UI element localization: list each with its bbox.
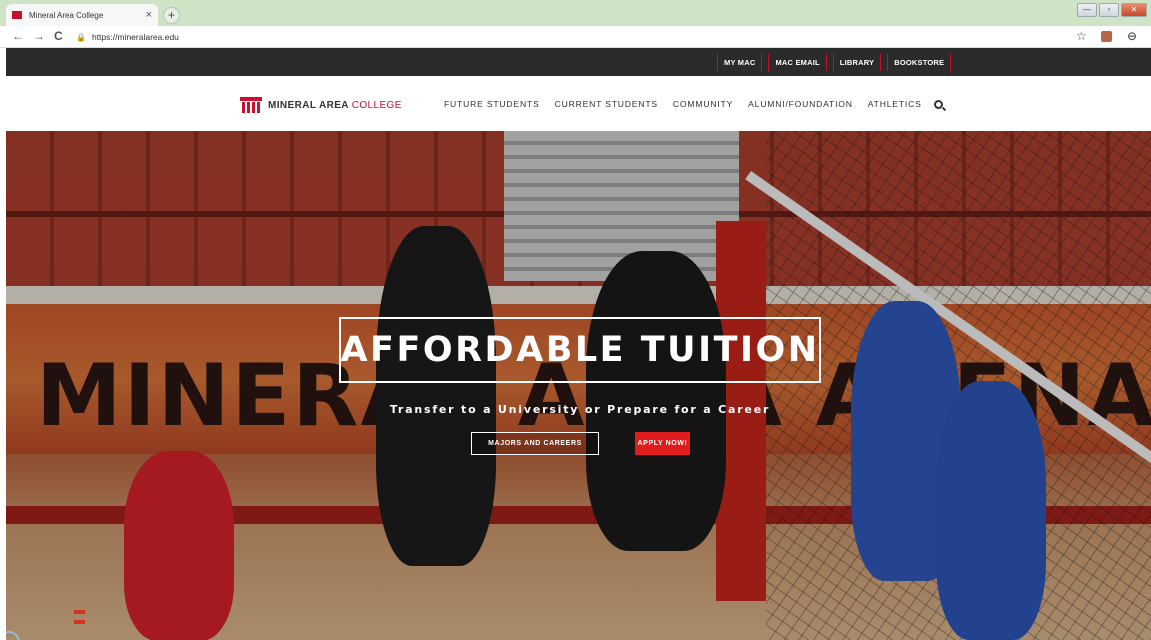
logo-accent: COLLEGE [351,99,402,111]
back-icon[interactable]: ← [12,29,24,43]
url-text: https://mineralarea.edu [91,32,179,42]
browser-tab-strip: Mineral Area College × + — ▫ ✕ [0,0,1151,26]
close-window-button[interactable]: ✕ [1121,3,1147,17]
logo-text: MINERAL AREA COLLEGE [268,100,402,111]
bookmark-star-icon[interactable]: ☆ [1076,29,1087,43]
extension-icon[interactable] [1101,31,1112,42]
window-controls: — ▫ ✕ [1077,3,1147,17]
apply-now-button[interactable]: APPLY NOW! [635,432,690,455]
hero-title-box: AFFORDABLE TUITION [339,317,821,383]
browser-tab[interactable]: Mineral Area College × [6,4,158,26]
slide-indicator[interactable] [74,610,85,630]
logo-primary: MINERAL AREA [268,99,349,111]
nav-athletics[interactable]: ATHLETICS [868,99,922,109]
util-link-mac-email[interactable]: MAC EMAIL [768,54,827,71]
util-link-my-mac[interactable]: MY MAC [717,54,763,71]
college-building-icon [240,97,262,113]
account-icon[interactable]: ⊖ [1127,29,1137,43]
hero-title: AFFORDABLE TUITION [340,330,820,370]
search-icon[interactable] [933,99,943,109]
address-bar: ← → C 🔒 https://mineralarea.edu ☆ ⊖ [0,26,1151,48]
lock-icon: 🔒 [76,32,86,42]
reload-icon[interactable]: C [54,29,63,43]
minimize-button[interactable]: — [1077,3,1097,17]
forward-icon[interactable]: → [33,29,45,43]
new-tab-button[interactable]: + [163,7,180,24]
main-nav: FUTURE STUDENTS CURRENT STUDENTS COMMUNI… [444,99,943,109]
utility-links: MY MAC MAC EMAIL LIBRARY BOOKSTORE [717,54,957,71]
college-favicon-icon [12,11,22,19]
tab-title: Mineral Area College [29,10,104,20]
maximize-button[interactable]: ▫ [1099,3,1119,17]
nav-alumni-foundation[interactable]: ALUMNI/FOUNDATION [748,99,853,109]
url-input[interactable]: 🔒 https://mineralarea.edu [76,29,1066,45]
nav-future-students[interactable]: FUTURE STUDENTS [444,99,540,109]
majors-and-careers-button[interactable]: MAJORS AND CAREERS [471,432,599,455]
hero-subtitle: Transfer to a University or Prepare for … [389,403,771,416]
utility-bar: MY MAC MAC EMAIL LIBRARY BOOKSTORE [6,48,1151,76]
util-link-bookstore[interactable]: BOOKSTORE [887,54,952,71]
hero-banner: MINERAL AREA ARENA AFFORDABLE TUITION Tr… [6,131,1151,640]
site-logo[interactable]: MINERAL AREA COLLEGE [240,97,402,113]
nav-community[interactable]: COMMUNITY [673,99,733,109]
util-link-library[interactable]: LIBRARY [832,54,882,71]
site-header: MINERAL AREA COLLEGE FUTURE STUDENTS CUR… [6,76,1151,131]
nav-current-students[interactable]: CURRENT STUDENTS [555,99,658,109]
close-tab-icon[interactable]: × [146,9,152,21]
